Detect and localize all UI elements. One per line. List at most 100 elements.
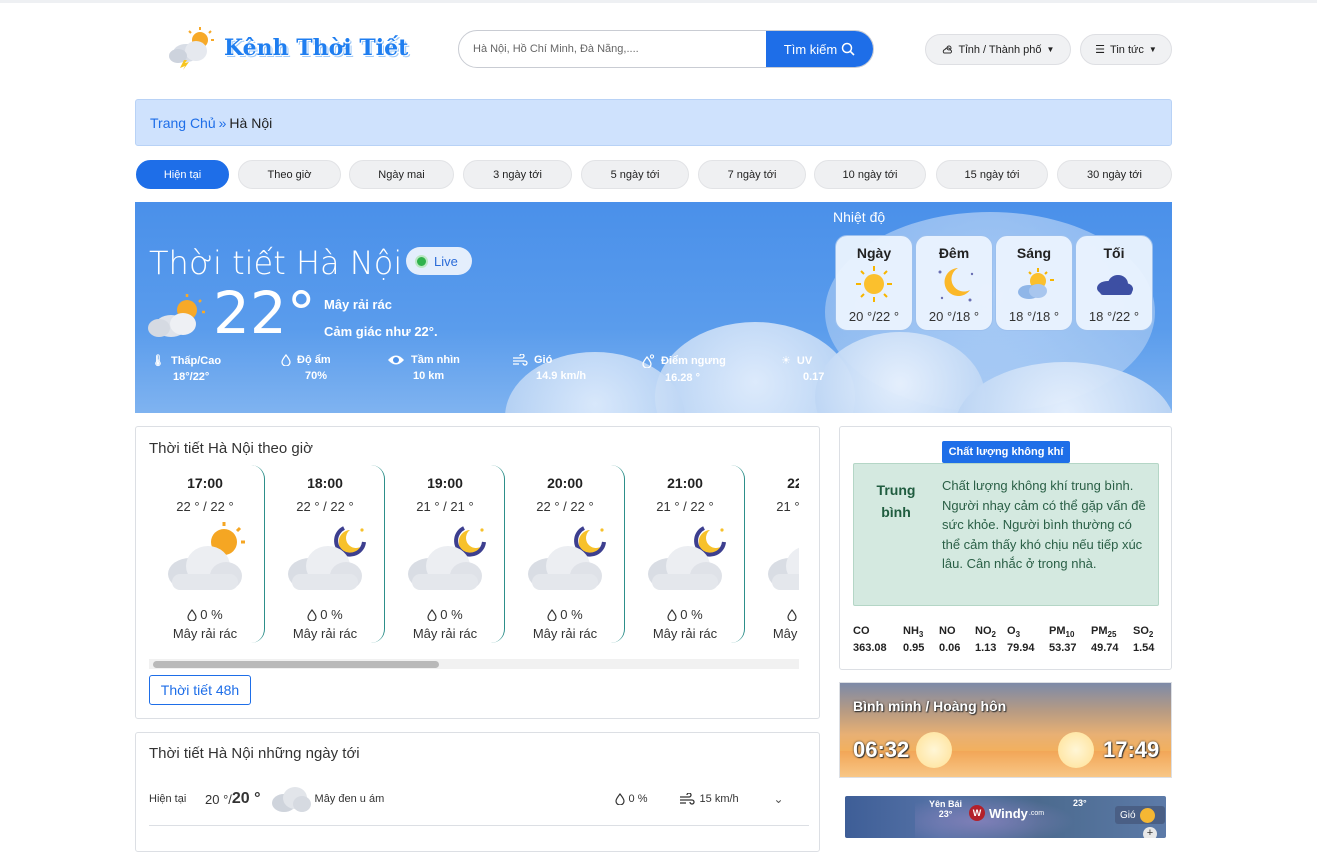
- daily-row[interactable]: Hiện tại 20 °/ 20 ° Mây đen u ám 0 % 15 …: [149, 781, 809, 817]
- site-logo[interactable]: Kênh Thời Tiết: [166, 24, 416, 72]
- pollutant-value: 363.08: [853, 642, 887, 655]
- live-badge: Live: [406, 247, 472, 275]
- feels-like: Cảm giác như 22°.: [324, 324, 438, 339]
- map-temp-label: 23°: [1073, 798, 1087, 808]
- stat-visibility: Tầm nhìn 10 km: [387, 354, 460, 382]
- hourly-scroll-area[interactable]: 17:00 22 ° / 22 ° 0 % Mây rải rác 18:00 22 ° …: [149, 427, 799, 647]
- eye-icon: [388, 355, 404, 365]
- stat-label: Tầm nhìn: [411, 354, 460, 366]
- tab-3-ngay[interactable]: 3 ngày tới: [463, 160, 572, 189]
- temp-card-evening: Tối 18 °/22 °: [1075, 235, 1153, 331]
- sunset-time: 17:49: [1103, 737, 1160, 762]
- temp-card-day: Ngày 20 °/22 °: [835, 235, 913, 331]
- breadcrumb: Trang Chủ » Hà Nội: [135, 99, 1172, 146]
- stat-value: 10 km: [413, 370, 445, 382]
- search-bar: Tìm kiếm: [458, 30, 874, 68]
- search-button[interactable]: Tìm kiếm: [766, 31, 873, 67]
- windy-map-widget[interactable]: Yên Bái 23° W Windy .com 23° Gió +: [845, 796, 1166, 838]
- chevron-down-icon[interactable]: ⌄: [774, 792, 784, 806]
- map-city-temp: 23°: [938, 809, 953, 819]
- stat-value: 70%: [305, 370, 328, 382]
- windy-brand-suffix: .com: [1028, 809, 1045, 817]
- breadcrumb-home-link[interactable]: Trang Chủ: [150, 115, 216, 131]
- hourly-desc: Mây rải rác: [772, 626, 799, 641]
- caret-down-icon: ▼: [1148, 45, 1157, 54]
- hourly-desc: Mây rải rác: [532, 626, 598, 641]
- stat-label: Gió: [534, 354, 553, 366]
- tab-7-ngay[interactable]: 7 ngày tới: [698, 160, 806, 189]
- pollutant-name: NH3: [903, 625, 924, 640]
- tab-ngay-mai[interactable]: Ngày mai: [349, 160, 454, 189]
- sun-icon: [856, 266, 892, 302]
- logo-text: Kênh Thời Tiết: [224, 35, 409, 61]
- province-dropdown-button[interactable]: Tỉnh / Thành phố ▼: [925, 34, 1071, 65]
- caret-down-icon: ▼: [1046, 45, 1055, 54]
- pollutant-value: 1.13: [975, 642, 997, 655]
- stat-humidity: Độ ẩm 70%: [281, 354, 331, 382]
- pollutant-name: NO: [939, 625, 956, 637]
- hourly-range: 22 ° / 22 °: [296, 499, 354, 514]
- cloud-sun-icon: [148, 294, 205, 337]
- temp-card-range: 20 °/22 °: [848, 309, 900, 324]
- hourly-precip: 0 %: [427, 607, 463, 622]
- pollutant-nh3: NH3 0.95: [903, 625, 924, 654]
- cloud-icon: [1097, 275, 1133, 295]
- current-temperature: 22°: [213, 279, 316, 347]
- windy-logo-icon: W: [969, 805, 985, 821]
- moon-icon: [938, 268, 974, 302]
- hourly-item: 22:00 21 ° / 21 ° 0 % Mây rải rác: [746, 465, 799, 643]
- cloud-moon-icon: [288, 526, 366, 590]
- live-dot-icon: [415, 254, 428, 268]
- hourly-desc: Mây rải rác: [412, 626, 478, 641]
- droplet-icon: [187, 608, 197, 621]
- zoom-in-icon[interactable]: +: [1143, 827, 1157, 838]
- hourly-time: 21:00: [667, 475, 703, 491]
- daily-row-precip: 0 %: [628, 793, 648, 805]
- droplet-icon: [281, 354, 291, 366]
- hourly-time: 19:00: [427, 475, 463, 491]
- search-input[interactable]: [459, 31, 766, 67]
- pollutant-value: 0.95: [903, 642, 925, 655]
- cloud-sun-icon: [168, 522, 245, 590]
- hourly-desc: Mây rải rác: [172, 626, 238, 641]
- stat-dew-point: Điểm ngưng 16.28 °: [641, 354, 726, 384]
- tab-30-ngay[interactable]: 30 ngày tới: [1057, 160, 1172, 189]
- tab-10-ngay[interactable]: 10 ngày tới: [814, 160, 926, 189]
- sun-icon: ☀: [781, 355, 791, 367]
- hourly-range: 21 ° / 21 °: [776, 499, 799, 514]
- temp-card-label: Sáng: [1016, 245, 1052, 261]
- hourly-time: 20:00: [547, 475, 583, 491]
- sunset-orb: [1058, 732, 1094, 768]
- breadcrumb-separator: »: [218, 114, 227, 131]
- pollutant-pm10: PM10 53.37: [1049, 625, 1077, 654]
- hourly-item: 19:00 21 ° / 21 ° 0 % Mây rải rác: [386, 465, 505, 643]
- temp-card-morning: Sáng 18 °/18 °: [995, 235, 1073, 331]
- hourly-range: 21 ° / 21 °: [416, 499, 474, 514]
- droplet-icon: [547, 608, 557, 621]
- wind-icon: [679, 793, 695, 805]
- hourly-precip-value: 0 %: [320, 607, 343, 622]
- pollutant-value: 79.94: [1007, 642, 1035, 655]
- air-quality-summary: Trung bình Chất lượng không khí trung bì…: [853, 463, 1159, 606]
- stat-uv: ☀ UV 0.17: [781, 354, 824, 384]
- hourly-precip: 0 %: [787, 607, 799, 622]
- tab-15-ngay[interactable]: 15 ngày tới: [936, 160, 1048, 189]
- pollutant-value: 1.54: [1133, 642, 1155, 655]
- pollutant-name: PM25: [1091, 625, 1117, 640]
- tab-5-ngay[interactable]: 5 ngày tới: [581, 160, 689, 189]
- stat-wind: Gió 14.9 km/h: [512, 354, 586, 382]
- forecast-48h-button[interactable]: Thời tiết 48h: [149, 675, 251, 705]
- tab-hien-tai[interactable]: Hiện tại: [136, 160, 229, 189]
- hourly-range: 22 ° / 22 °: [176, 499, 234, 514]
- hourly-scrollbar-thumb[interactable]: [153, 661, 439, 668]
- air-quality-card: Chất lượng không khí Trung bình Chất lượ…: [839, 426, 1172, 670]
- news-dropdown-button[interactable]: ☰ Tin tức ▼: [1080, 34, 1172, 65]
- sunrise-orb: [916, 732, 952, 768]
- wind-layer-button[interactable]: Gió: [1115, 806, 1165, 824]
- windy-logo: W Windy .com: [969, 805, 1044, 821]
- temperature-section-title: Nhiệt độ: [833, 209, 886, 225]
- overcast-cloud-icon: [271, 787, 311, 812]
- tab-theo-gio[interactable]: Theo giờ: [238, 160, 341, 189]
- hourly-precip-value: 0 %: [680, 607, 703, 622]
- stat-label: Độ ẩm: [297, 354, 331, 366]
